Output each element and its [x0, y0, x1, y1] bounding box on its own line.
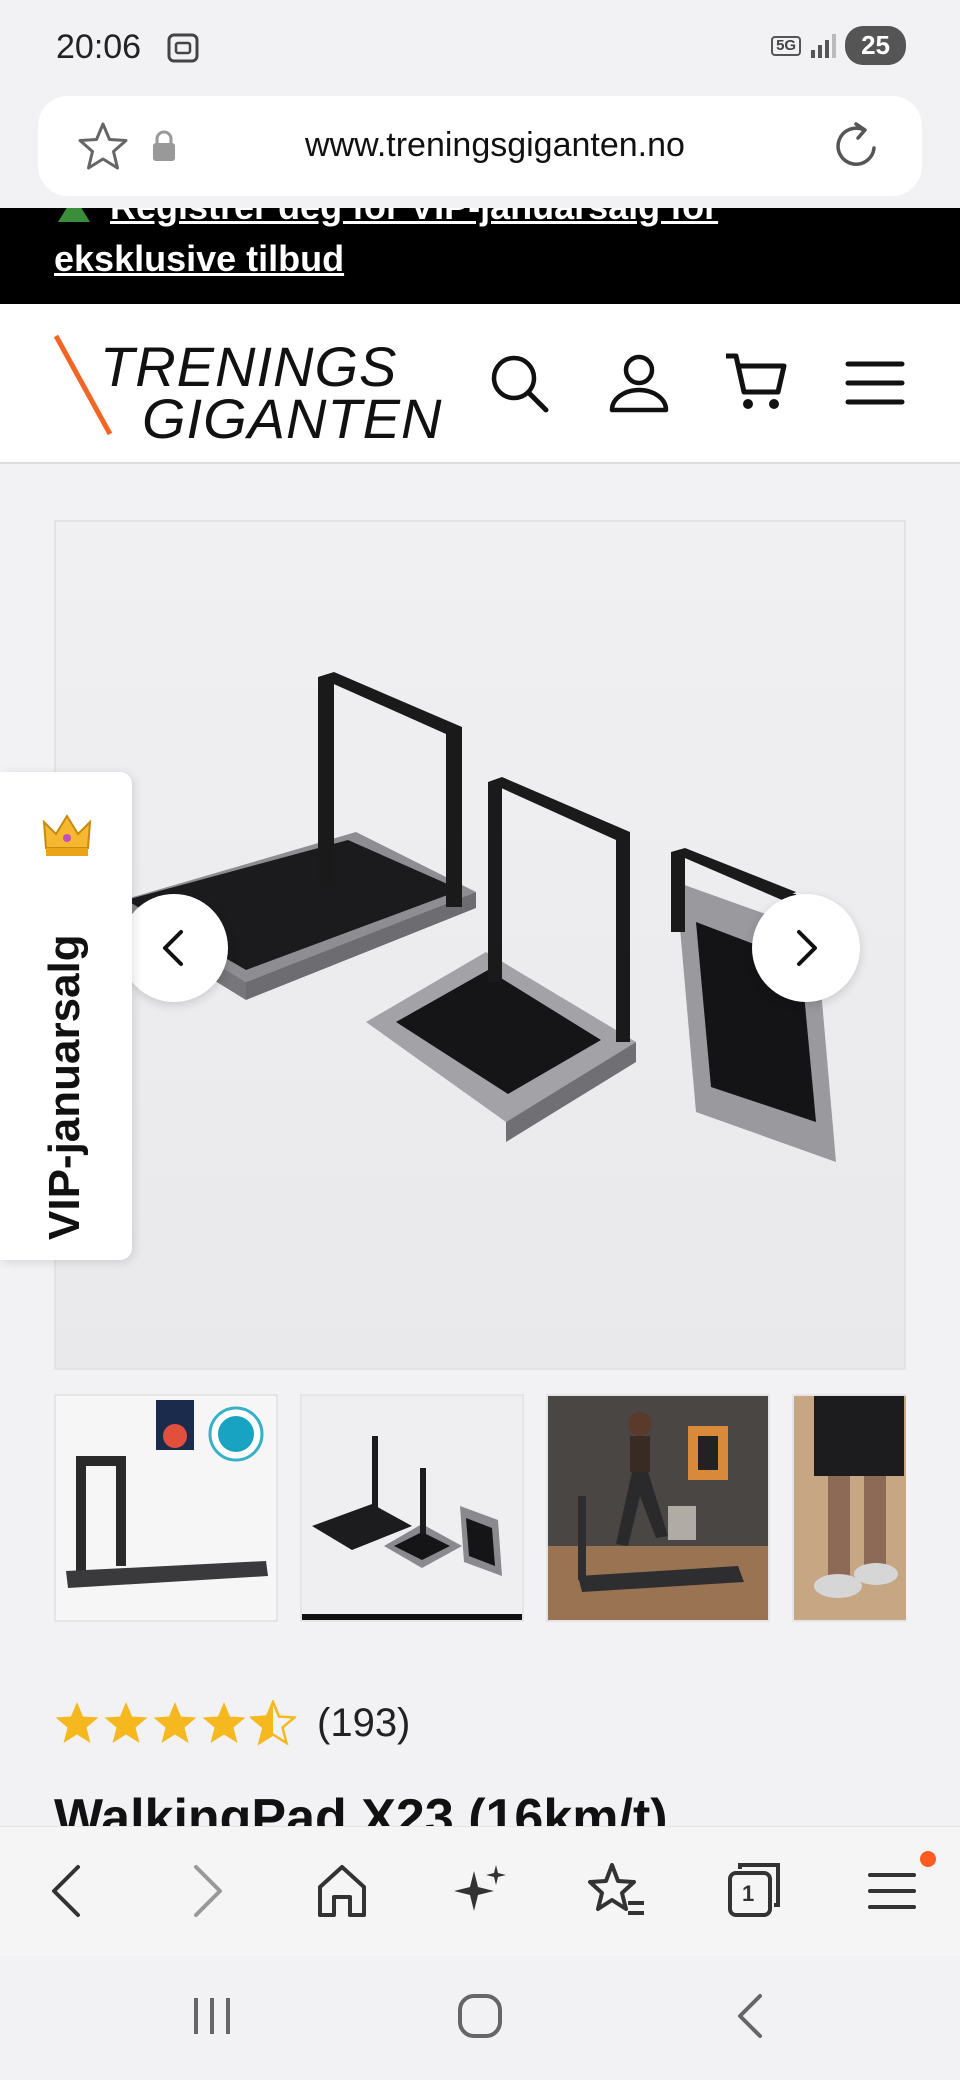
promo-link-line1[interactable]: Registrer deg for VIP-januarsalg for — [110, 208, 718, 228]
status-icons: 5G 25 — [771, 26, 906, 65]
logo-text-line2: GIGANTEN — [142, 387, 443, 450]
forward-icon[interactable] — [174, 1859, 238, 1923]
browser-toolbar: 1 — [0, 1826, 960, 1956]
vip-side-tab[interactable]: VIP-januarsalg — [0, 772, 132, 1260]
promo-link-line2[interactable]: eksklusive tilbud — [54, 238, 344, 280]
home-icon[interactable] — [450, 1986, 510, 2046]
chevron-right-icon — [797, 930, 817, 966]
thumbnail-strip — [54, 1394, 906, 1624]
star-full-icon — [153, 1702, 197, 1743]
thumbnail-active-indicator — [302, 1614, 522, 1620]
thumb-legs-walking — [794, 1396, 906, 1620]
thumbnail-3[interactable] — [546, 1394, 770, 1622]
promo-banner[interactable]: Registrer deg for VIP-januarsalg for eks… — [0, 208, 960, 304]
star-full-icon — [55, 1702, 99, 1743]
thumb-treadmill-side — [56, 1396, 276, 1620]
rating-count: (193) — [317, 1700, 411, 1745]
star-full-icon — [202, 1702, 246, 1743]
menu-icon[interactable] — [860, 1859, 924, 1923]
chevron-left-icon — [163, 930, 183, 966]
notification-dot — [920, 1851, 936, 1867]
sparkle-icon[interactable] — [448, 1859, 512, 1923]
url-text[interactable]: www.treningsgiganten.no — [38, 126, 922, 165]
gallery-next-button[interactable] — [752, 894, 860, 1002]
status-time: 20:06 — [56, 28, 142, 66]
tabs-button[interactable]: 1 — [722, 1859, 786, 1923]
address-bar[interactable]: www.treningsgiganten.no — [38, 96, 922, 196]
reload-icon[interactable] — [830, 118, 884, 174]
screenshot-icon — [167, 33, 199, 63]
star-full-icon — [104, 1702, 148, 1743]
back-icon[interactable] — [36, 1859, 100, 1923]
product-rating[interactable]: (193) — [54, 1700, 410, 1746]
tabs-count: 1 — [742, 1881, 755, 1906]
home-icon[interactable] — [310, 1859, 374, 1923]
network-icon: 5G — [771, 35, 802, 56]
system-nav-bar — [0, 1956, 960, 2080]
vip-side-tab-label: VIP-januarsalg — [40, 934, 89, 1240]
gallery-prev-button[interactable] — [120, 894, 228, 1002]
recents-icon[interactable] — [182, 1986, 242, 2046]
tree-icon — [58, 208, 90, 222]
thumb-treadmill-trio — [302, 1396, 522, 1620]
account-icon[interactable] — [606, 350, 672, 416]
signal-icon — [811, 33, 837, 58]
site-header: TRENINGS GIGANTEN — [0, 304, 960, 464]
thumbnail-1[interactable] — [54, 1394, 278, 1622]
thumb-woman-running — [548, 1396, 768, 1620]
thumbnail-2[interactable] — [300, 1394, 524, 1622]
cart-icon[interactable] — [724, 350, 790, 416]
thumbnail-4[interactable] — [792, 1394, 906, 1622]
crown-icon — [42, 814, 92, 856]
star-half-icon — [250, 1700, 296, 1746]
menu-icon[interactable] — [842, 350, 908, 416]
product-main-image[interactable] — [54, 520, 906, 1370]
search-icon[interactable] — [486, 350, 552, 416]
back-icon[interactable] — [720, 1986, 780, 2046]
bookmark-icon[interactable] — [584, 1859, 648, 1923]
site-logo[interactable]: TRENINGS GIGANTEN — [54, 334, 441, 450]
battery-indicator: 25 — [845, 26, 906, 65]
status-bar: 20:06 5G 25 — [0, 0, 960, 90]
